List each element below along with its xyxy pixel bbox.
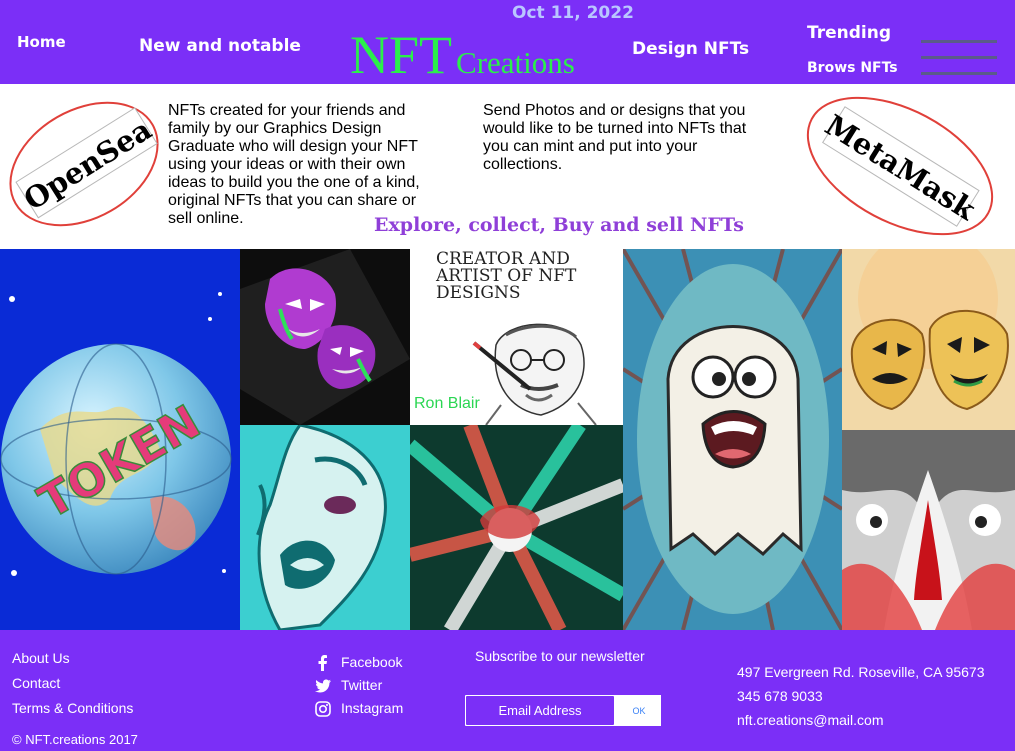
creator-sketch: [472, 323, 597, 425]
hamburger-bar: [921, 56, 997, 59]
red-abstract-tile[interactable]: [842, 430, 1015, 630]
footer-address: 497 Evergreen Rd. Roseville, CA 95673: [737, 664, 985, 680]
intro-paragraph-left: NFTs created for your friends and family…: [168, 102, 420, 227]
creator-name: Ron Blair: [414, 395, 480, 412]
nav-new-and-notable-link[interactable]: New and notable: [139, 36, 301, 56]
instagram-label: Instagram: [341, 700, 404, 716]
facebook-link[interactable]: Facebook: [315, 654, 435, 674]
twitter-label: Twitter: [341, 677, 383, 693]
instagram-link[interactable]: Instagram: [315, 700, 435, 720]
nav-brows-nfts-link[interactable]: Brows NFTs: [807, 60, 898, 76]
metamask-badge[interactable]: MetaMask: [800, 92, 1002, 242]
instagram-icon: [315, 701, 331, 717]
newsletter-ok-button[interactable]: OK: [617, 695, 661, 726]
metamask-badge-text: MetaMask: [819, 108, 982, 227]
site-footer: About Us Contact Terms & Conditions © NF…: [0, 630, 1015, 751]
facebook-icon: [318, 655, 327, 671]
header-date: Oct 11, 2022: [512, 3, 634, 23]
site-header: Oct 11, 2022 Home New and notable NFT Cr…: [0, 0, 1015, 84]
hamburger-menu-icon[interactable]: [921, 38, 999, 78]
psychedelic-burst-tile[interactable]: [410, 425, 623, 630]
twitter-link[interactable]: Twitter: [315, 677, 435, 697]
newsletter-form: OK: [464, 694, 662, 727]
footer-phone: 345 678 9033: [737, 688, 823, 704]
opensea-badge[interactable]: OpenSea: [2, 98, 166, 230]
footer-terms-link[interactable]: Terms & Conditions: [12, 700, 133, 716]
purple-masks-tile[interactable]: [240, 249, 410, 425]
newsletter-email-input[interactable]: [465, 695, 615, 726]
tagline: Explore, collect, Buy and sell NFTs: [374, 214, 744, 236]
twitter-icon: [315, 679, 331, 693]
logo-creations-text: Creations: [456, 45, 575, 80]
intro-paragraph-right: Send Photos and or designs that you woul…: [483, 102, 747, 173]
logo-nft-text: NFT: [350, 25, 453, 85]
newsletter-label: Subscribe to our newsletter: [475, 648, 645, 664]
footer-about-link[interactable]: About Us: [12, 650, 70, 666]
footer-copyright: © NFT.creations 2017: [12, 732, 138, 747]
nft-gallery: TOKEN CREATOR AND ARTIST OF NFT DESIGNS: [0, 249, 1015, 630]
golden-masks-tile[interactable]: [842, 249, 1015, 430]
footer-contact-link[interactable]: Contact: [12, 675, 60, 691]
footer-email-link[interactable]: nft.creations@mail.com: [737, 712, 883, 728]
hamburger-bar: [921, 40, 997, 43]
creator-title: CREATOR AND ARTIST OF NFT DESIGNS: [436, 251, 576, 302]
facebook-label: Facebook: [341, 654, 403, 670]
opensea-badge-text: OpenSea: [18, 112, 158, 217]
nav-trending-link[interactable]: Trending: [807, 23, 891, 43]
creator-title-line: DESIGNS: [436, 283, 521, 303]
creator-portrait-tile[interactable]: CREATOR AND ARTIST OF NFT DESIGNS Ron Bl…: [410, 249, 623, 425]
site-logo[interactable]: NFT Creations: [350, 28, 575, 82]
nav-design-nfts-link[interactable]: Design NFTs: [632, 39, 749, 59]
token-globe-tile[interactable]: TOKEN: [0, 249, 240, 630]
hamburger-bar: [921, 72, 997, 75]
ghost-cartoon-tile[interactable]: [623, 249, 842, 630]
teal-mask-tile[interactable]: [240, 425, 410, 630]
nav-home-link[interactable]: Home: [17, 33, 66, 51]
